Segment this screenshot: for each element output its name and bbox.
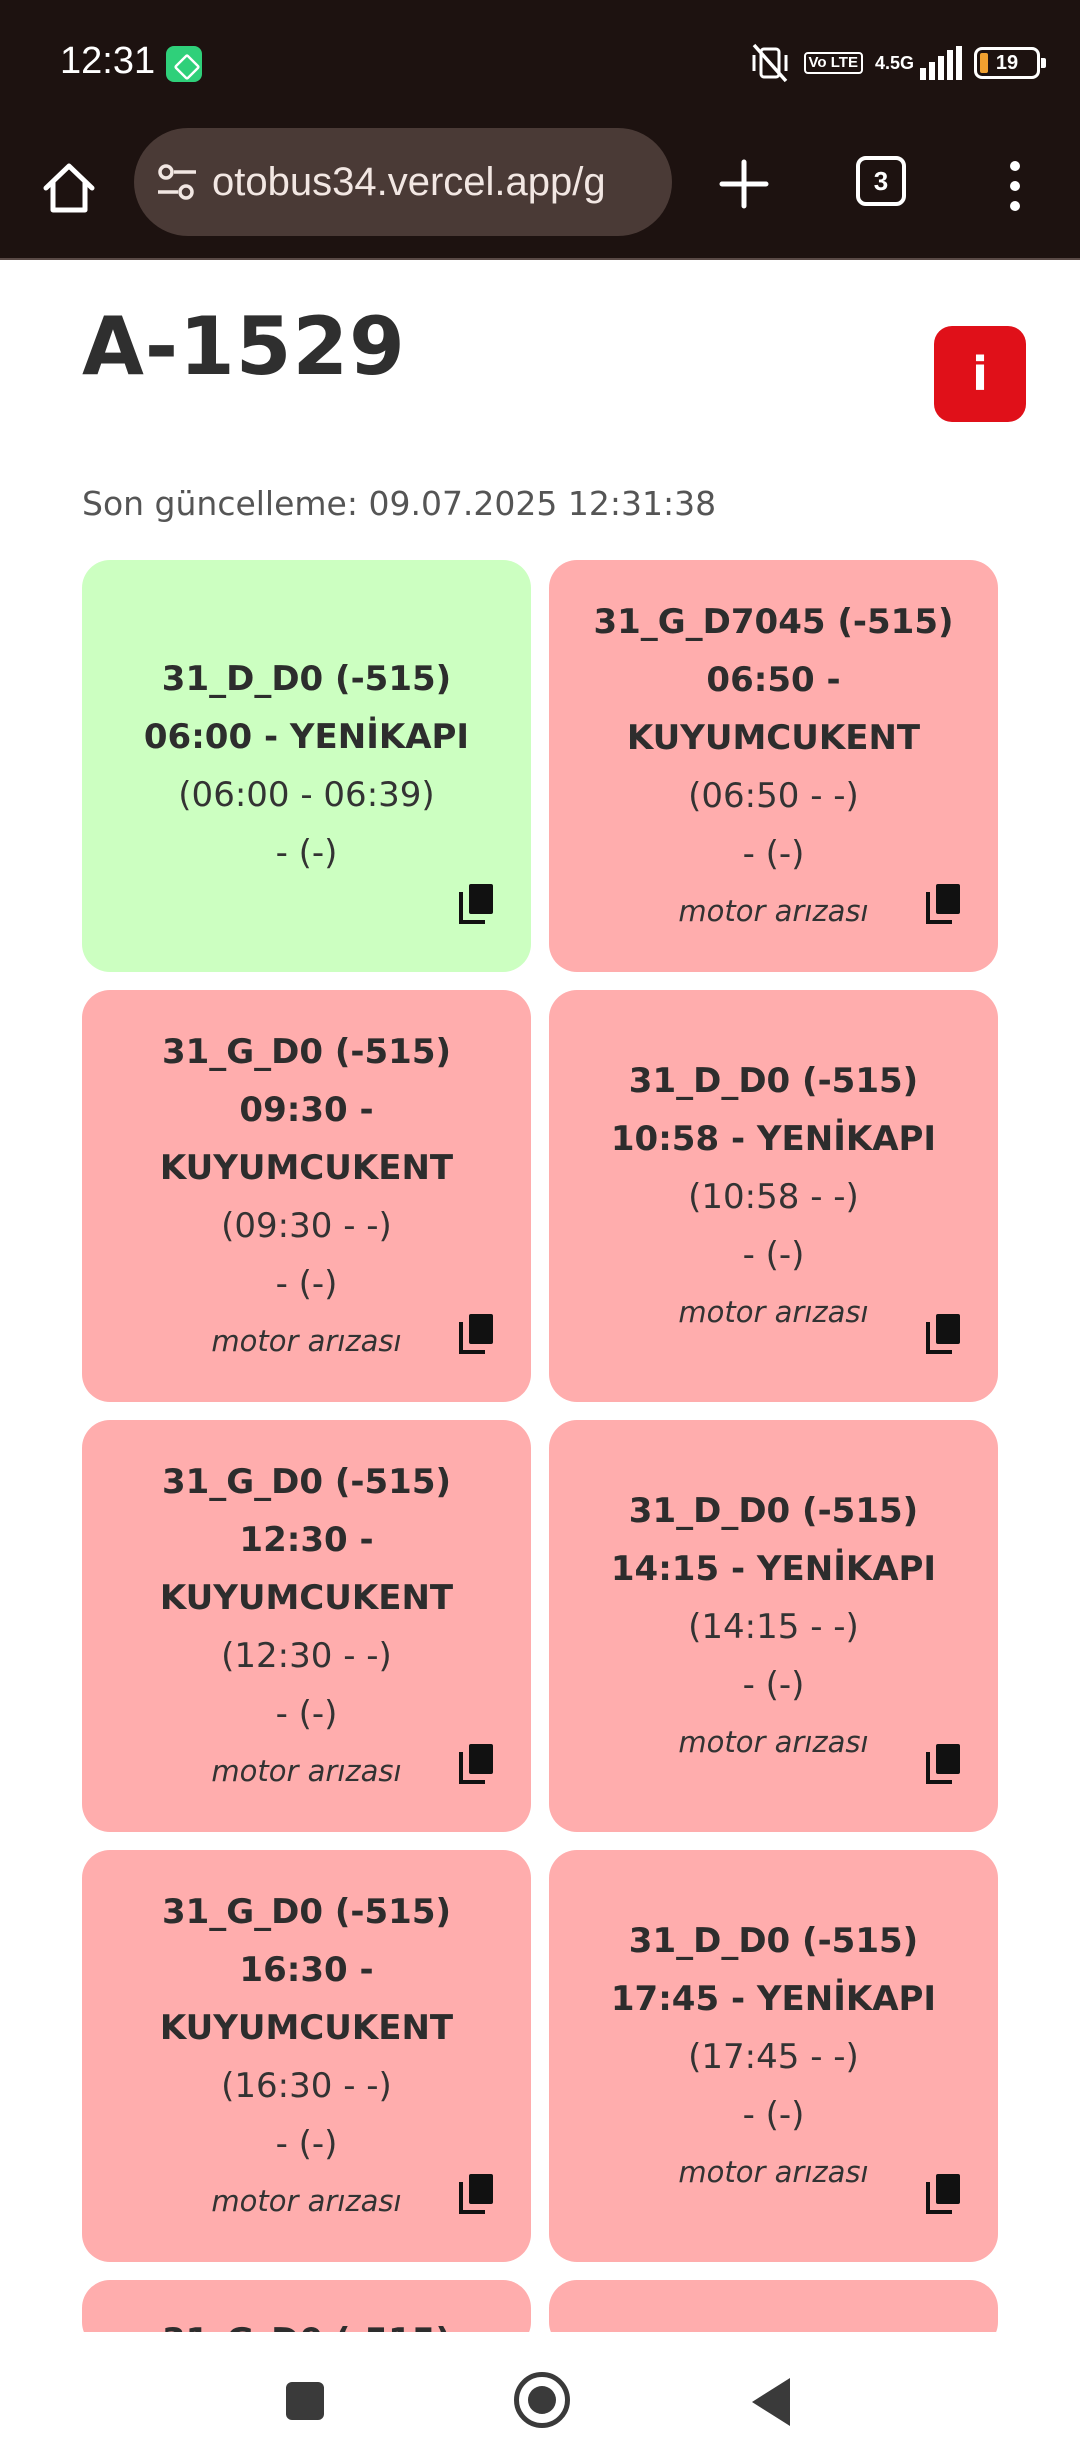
trip-departure: 10:58 - YENİKAPI	[610, 1119, 937, 1159]
tune-icon[interactable]	[156, 162, 198, 202]
address-bar[interactable]: otobus34.vercel.app/g	[134, 128, 672, 236]
trip-departure: 14:15 - YENİKAPI	[610, 1549, 937, 1589]
trip-card[interactable]: 31_G_D0 (-515) 09:30 - KUYUMCUKENT (09:3…	[82, 990, 531, 1402]
trip-note: motor arızası	[678, 1725, 869, 1759]
trip-route: 31_G_D0 (-515)	[161, 1462, 452, 1502]
trip-departure: 12:30 - KUYUMCUKENT	[159, 1520, 454, 1618]
trip-card[interactable]: 31_D_D0 (-515) 14:15 - YENİKAPI (14:15 -…	[549, 1420, 998, 1832]
last-updated: Son güncelleme: 09.07.2025 12:31:38	[82, 484, 717, 523]
trip-times: (14:15 - -)	[688, 1607, 859, 1647]
url-text[interactable]: otobus34.vercel.app/g	[212, 160, 606, 205]
trip-times: (06:50 - -)	[688, 776, 859, 816]
trip-note: motor arızası	[211, 1324, 402, 1358]
trip-route: 31_D_D0 (-515)	[628, 1921, 919, 1961]
copy-icon[interactable]	[457, 1312, 495, 1354]
trip-route: 31_D_D0 (-515)	[628, 1491, 919, 1531]
status-time: 12:31	[60, 40, 156, 82]
home-icon[interactable]	[36, 156, 102, 222]
trip-route: 31_D_D0 (-515)	[161, 659, 452, 699]
copy-icon[interactable]	[924, 1742, 962, 1784]
recents-button[interactable]	[286, 2382, 324, 2420]
more-vert-icon[interactable]	[1000, 158, 1030, 214]
copy-icon[interactable]	[924, 1312, 962, 1354]
copy-icon[interactable]	[457, 1742, 495, 1784]
status-bar: 12:31 Vo LTE 4.5G 19	[0, 0, 1080, 128]
trip-card[interactable]: 31_D_D0 (-515) 17:45 - YENİKAPI (17:45 -…	[549, 1850, 998, 2262]
volte-icon: Vo LTE	[803, 52, 863, 74]
trip-extra: - (-)	[275, 1694, 338, 1734]
trip-extra: - (-)	[742, 2095, 805, 2135]
trip-note: motor arızası	[678, 1295, 869, 1329]
trip-extra: - (-)	[742, 1665, 805, 1705]
trip-extra: - (-)	[275, 2124, 338, 2164]
trip-route: 31_D_D0 (-515)	[628, 1061, 919, 1101]
trip-card[interactable]: 31_D_D0 (-515) 10:58 - YENİKAPI (10:58 -…	[549, 990, 998, 1402]
trip-departure: 17:45 - YENİKAPI	[610, 1979, 937, 2019]
trip-times: (10:58 - -)	[688, 1177, 859, 1217]
trip-card[interactable]: 31_G_D0 (-515) 16:30 - KUYUMCUKENT (16:3…	[82, 1850, 531, 2262]
trip-times: (12:30 - -)	[221, 1636, 392, 1676]
plus-icon[interactable]	[716, 156, 772, 212]
home-button[interactable]	[514, 2372, 570, 2428]
trip-grid: 31_D_D0 (-515) 06:00 - YENİKAPI (06:00 -…	[82, 560, 1000, 2350]
signal-icon	[920, 46, 962, 80]
trip-extra: - (-)	[742, 834, 805, 874]
network-type: 4.5G	[874, 53, 914, 73]
trip-extra: - (-)	[742, 1235, 805, 1275]
trip-departure: 06:00 - YENİKAPI	[143, 717, 470, 757]
trip-route: 31_G_D0 (-515)	[161, 1892, 452, 1932]
tab-switcher-button[interactable]: 3	[856, 156, 906, 206]
status-icons: Vo LTE 4.5G 19	[748, 38, 1046, 88]
trip-times: (09:30 - -)	[221, 1206, 392, 1246]
trip-extra: - (-)	[275, 1264, 338, 1304]
trip-departure: 16:30 - KUYUMCUKENT	[159, 1950, 454, 2048]
trip-note: motor arızası	[211, 1754, 402, 1788]
trip-note: motor arızası	[211, 2184, 402, 2218]
notification-app-icon	[166, 46, 202, 82]
trip-departure: 09:30 - KUYUMCUKENT	[159, 1090, 454, 1188]
copy-icon[interactable]	[457, 882, 495, 924]
trip-note: motor arızası	[678, 894, 869, 928]
copy-icon[interactable]	[924, 882, 962, 924]
page-title: A-1529	[82, 300, 406, 393]
battery-icon: 19	[974, 47, 1046, 79]
back-button[interactable]	[752, 2378, 790, 2426]
trip-card[interactable]: 31_G_D0 (-515) 12:30 - KUYUMCUKENT (12:3…	[82, 1420, 531, 1832]
tab-count: 3	[873, 165, 889, 196]
browser-toolbar: otobus34.vercel.app/g 3	[0, 128, 1080, 260]
trip-route: 31_G_D7045 (-515)	[593, 602, 954, 642]
trip-times: (16:30 - -)	[221, 2066, 392, 2106]
battery-level: 19	[995, 51, 1019, 74]
trip-card[interactable]: 31_D_D0 (-515) 06:00 - YENİKAPI (06:00 -…	[82, 560, 531, 972]
trip-times: (06:00 - 06:39)	[178, 775, 435, 815]
trip-note: motor arızası	[678, 2155, 869, 2189]
copy-icon[interactable]	[924, 2172, 962, 2214]
trip-departure: 06:50 - KUYUMCUKENT	[626, 660, 921, 758]
system-nav-bar	[0, 2332, 1080, 2460]
info-button[interactable]: i	[934, 326, 1026, 422]
trip-route: 31_G_D0 (-515)	[161, 1032, 452, 1072]
vibrate-off-icon	[752, 43, 788, 83]
copy-icon[interactable]	[457, 2172, 495, 2214]
trip-times: (17:45 - -)	[688, 2037, 859, 2077]
trip-card[interactable]: 31_G_D7045 (-515) 06:50 - KUYUMCUKENT (0…	[549, 560, 998, 972]
trip-extra: - (-)	[275, 833, 338, 873]
